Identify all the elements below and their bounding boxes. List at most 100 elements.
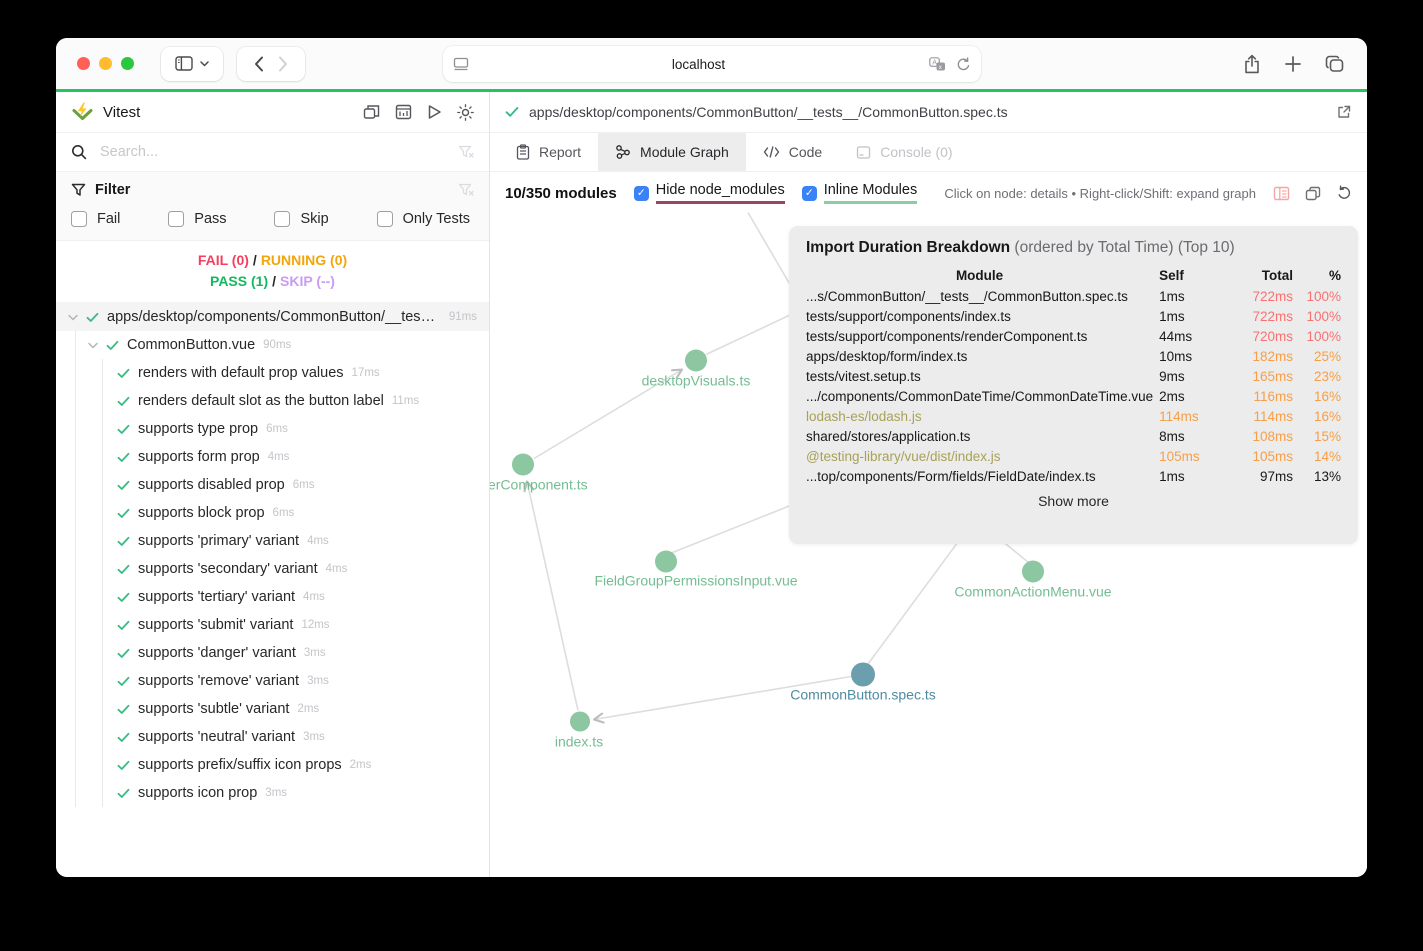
reload-icon[interactable] (956, 56, 971, 72)
open-external-icon[interactable] (1336, 104, 1352, 120)
pass-check-icon (117, 396, 130, 406)
test-case-row[interactable]: supports 'remove' variant 3ms (103, 667, 489, 695)
skip-count: SKIP (--) (280, 273, 335, 289)
import-duration-row[interactable]: tests/support/components/renderComponent… (806, 326, 1341, 346)
import-duration-row[interactable]: ...s/CommonButton/__tests__/CommonButton… (806, 286, 1341, 306)
chevron-down-icon[interactable] (88, 342, 98, 349)
checkbox-label: Inline Modules (823, 182, 918, 204)
tab-overview-icon[interactable] (1325, 55, 1345, 73)
test-case-row[interactable]: renders default slot as the button label… (103, 387, 489, 415)
test-case-duration: 6ms (272, 507, 295, 519)
module-node[interactable] (851, 662, 875, 687)
share-icon[interactable] (1243, 54, 1261, 74)
filter-only-tests-checkbox[interactable]: Only Tests (376, 211, 470, 227)
test-case-row[interactable]: renders with default prop values 17ms (103, 359, 489, 387)
tab-console[interactable]: Console (0) (839, 133, 969, 171)
module-node[interactable] (655, 550, 677, 573)
module-node[interactable] (1022, 560, 1044, 583)
test-file-row[interactable]: apps/desktop/components/CommonButton/__t… (56, 303, 489, 331)
address-bar[interactable]: localhost Ax (442, 46, 981, 82)
self-time: 44ms (1159, 328, 1193, 344)
import-duration-row[interactable]: apps/desktop/form/index.ts 10ms 182ms 25% (806, 346, 1341, 366)
back-button[interactable] (254, 56, 264, 72)
show-more-button[interactable]: Show more (806, 493, 1341, 509)
hide-node-modules-checkbox[interactable]: ✓ Hide node_modules (633, 182, 785, 204)
reset-graph-icon[interactable] (1336, 185, 1352, 201)
test-case-row[interactable]: supports block prop 6ms (103, 499, 489, 527)
translate-icon[interactable]: Ax (928, 56, 946, 72)
total-time: 116ms (1253, 388, 1294, 404)
test-case-duration: 4ms (303, 591, 325, 603)
legend-icon[interactable] (1273, 186, 1290, 201)
test-case-row[interactable]: supports 'danger' variant 3ms (103, 639, 489, 667)
pass-check-icon (117, 732, 130, 742)
test-suite-row[interactable]: CommonButton.vue 90ms (76, 331, 489, 359)
module-node-label[interactable]: index.ts (555, 734, 603, 750)
module-node[interactable] (570, 711, 590, 732)
module-node-label[interactable]: erComponent.ts (490, 477, 588, 493)
test-case-row[interactable]: supports 'tertiary' variant 4ms (103, 583, 489, 611)
test-case-row[interactable]: supports 'primary' variant 4ms (103, 527, 489, 555)
module-path: lodash-es/lodash.js (806, 408, 922, 424)
test-case-list: renders with default prop values 17ms rend… (102, 359, 489, 807)
test-case-name: supports 'primary' variant (138, 533, 300, 549)
clear-filter-icon[interactable] (458, 183, 474, 197)
test-case-row[interactable]: supports 'subtle' variant 2ms (103, 695, 489, 723)
test-case-row[interactable]: supports type prop 6ms (103, 415, 489, 443)
test-case-row[interactable]: supports 'secondary' variant 4ms (103, 555, 489, 583)
browser-sidebar-toggle[interactable] (161, 46, 223, 81)
page-icon[interactable] (453, 57, 469, 71)
dashboard-icon[interactable] (395, 104, 412, 120)
collapse-windows-icon[interactable] (363, 104, 380, 120)
module-path: apps/desktop/form/index.ts (806, 348, 968, 364)
new-tab-icon[interactable] (1284, 55, 1302, 73)
minimize-window-button[interactable] (99, 57, 112, 70)
forward-button[interactable] (278, 56, 288, 72)
test-case-row[interactable]: supports 'submit' variant 12ms (103, 611, 489, 639)
url-text[interactable]: localhost (469, 57, 929, 72)
self-time: 114ms (1159, 408, 1199, 424)
tab-module-graph[interactable]: Module Graph (598, 133, 746, 171)
test-case-row[interactable]: supports disabled prop 6ms (103, 471, 489, 499)
module-node[interactable] (685, 349, 707, 372)
module-node-label[interactable]: desktopVisuals.ts (642, 373, 751, 389)
browser-toolbar: localhost Ax (56, 38, 1367, 89)
run-all-icon[interactable] (427, 104, 442, 120)
self-time: 1ms (1159, 288, 1185, 304)
close-window-button[interactable] (77, 57, 90, 70)
column-header-total: Total (1261, 268, 1294, 283)
import-duration-row[interactable]: tests/vitest.setup.ts 9ms 165ms 23% (806, 366, 1341, 386)
module-path: ...s/CommonButton/__tests__/CommonButton… (806, 288, 1128, 304)
import-duration-row[interactable]: shared/stores/application.ts 8ms 108ms 15% (806, 426, 1341, 446)
layout-icon[interactable] (1305, 186, 1321, 201)
test-case-row[interactable]: supports icon prop 3ms (103, 779, 489, 807)
module-path: shared/stores/application.ts (806, 428, 971, 444)
tab-code[interactable]: Code (746, 133, 839, 171)
test-case-row[interactable]: supports prefix/suffix icon props 2ms (103, 751, 489, 779)
total-time: 720ms (1252, 328, 1294, 344)
self-time: 2ms (1159, 388, 1185, 404)
import-duration-row[interactable]: .../components/CommonDateTime/CommonDate… (806, 386, 1341, 406)
module-node-label[interactable]: CommonButton.spec.ts (790, 687, 936, 703)
tab-report[interactable]: Report (499, 133, 598, 171)
clear-filter-icon[interactable] (458, 145, 474, 159)
filter-skip-checkbox[interactable]: Skip (274, 211, 329, 227)
module-node-label[interactable]: CommonActionMenu.vue (954, 584, 1111, 600)
module-node-label[interactable]: FieldGroupPermissionsInput.vue (594, 573, 797, 589)
graph-hint-text: Click on node: details • Right-click/Shi… (944, 185, 1256, 201)
chevron-down-icon[interactable] (68, 314, 78, 321)
import-duration-row[interactable]: @testing-library/vue/dist/index.js 105ms 1… (806, 446, 1341, 466)
inline-modules-checkbox[interactable]: ✓ Inline Modules (801, 182, 918, 204)
test-case-row[interactable]: supports form prop 4ms (103, 443, 489, 471)
module-node[interactable] (512, 453, 534, 476)
theme-toggle-icon[interactable] (457, 103, 474, 121)
filter-fail-checkbox[interactable]: Fail (71, 211, 120, 227)
filter-pass-checkbox[interactable]: Pass (168, 211, 227, 227)
import-duration-row[interactable]: ...top/components/Form/fields/FieldDate/… (806, 466, 1341, 486)
import-duration-row[interactable]: tests/support/components/index.ts 1ms 722m… (806, 306, 1341, 326)
test-case-duration: 3ms (303, 731, 325, 743)
test-case-row[interactable]: supports 'neutral' variant 3ms (103, 723, 489, 751)
search-input[interactable] (98, 143, 447, 161)
zoom-window-button[interactable] (121, 57, 134, 70)
import-duration-row[interactable]: lodash-es/lodash.js 114ms 114ms 16% (806, 406, 1341, 426)
